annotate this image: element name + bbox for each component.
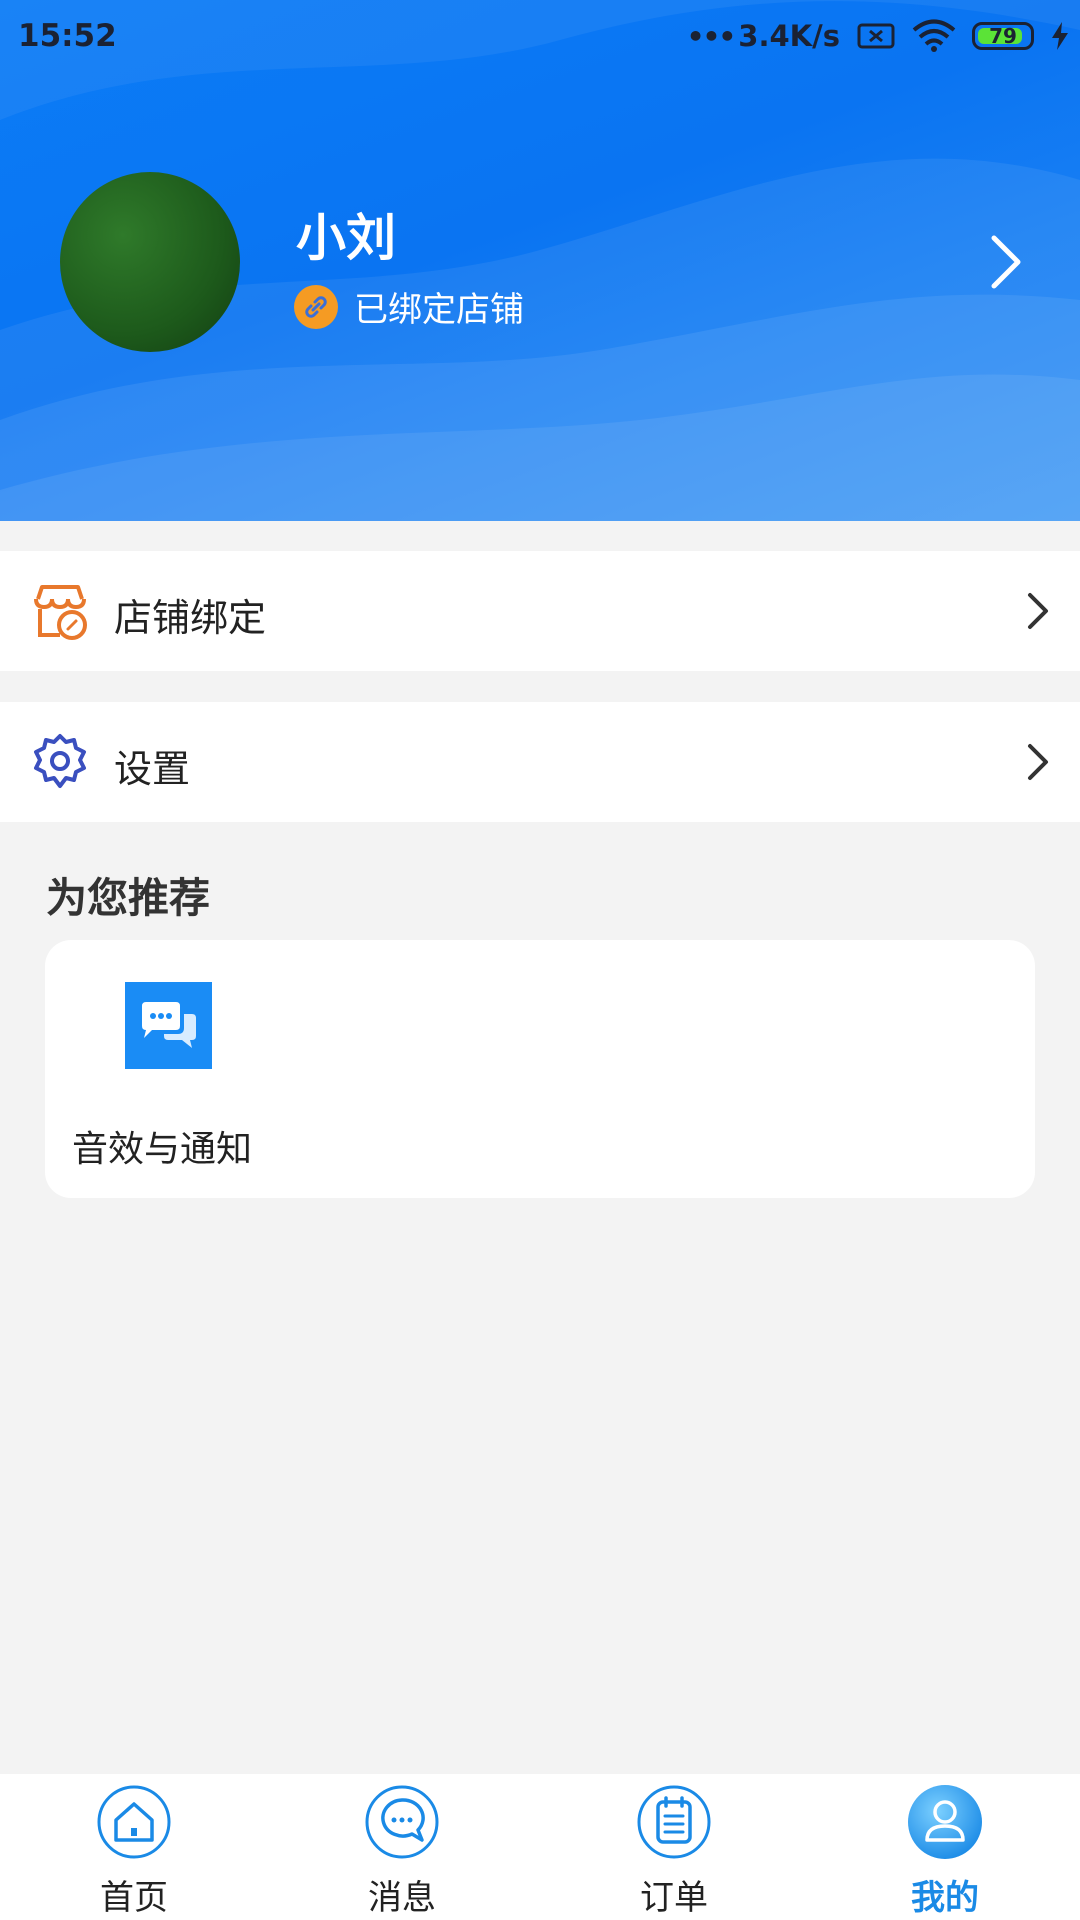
profile-header: 15:52 ••• 3.4K/s 79 小刘 已绑定店铺 bbox=[0, 0, 1080, 521]
menu-item-store-binding[interactable]: 店铺绑定 bbox=[0, 551, 1080, 671]
status-icons: ••• 3.4K/s 79 bbox=[687, 16, 1070, 56]
tab-label: 订单 bbox=[640, 1878, 708, 1918]
wifi-icon bbox=[912, 19, 956, 52]
battery-icon: 79 bbox=[972, 22, 1034, 50]
gear-icon bbox=[34, 734, 86, 788]
store-bind-label: 已绑定店铺 bbox=[354, 290, 524, 330]
avatar[interactable] bbox=[60, 172, 240, 352]
tab-label: 首页 bbox=[100, 1878, 168, 1918]
menu-item-label: 店铺绑定 bbox=[114, 596, 267, 640]
tab-messages[interactable]: 消息 bbox=[302, 1774, 502, 1920]
chevron-right-icon[interactable] bbox=[986, 232, 1026, 292]
tab-mine[interactable]: 我的 bbox=[845, 1774, 1045, 1920]
home-icon bbox=[97, 1785, 171, 1859]
battery-level: 79 bbox=[989, 24, 1017, 48]
bottom-tab-bar: 首页 消息 订单 我的 bbox=[0, 1774, 1080, 1920]
status-time: 15:52 bbox=[18, 18, 117, 54]
chat-bubbles-icon bbox=[125, 982, 212, 1069]
signal-dots-icon: ••• bbox=[686, 19, 737, 53]
network-speed: ••• 3.4K/s bbox=[687, 19, 840, 53]
store-bind-status: 已绑定店铺 bbox=[294, 282, 524, 331]
chevron-right-icon bbox=[1028, 593, 1048, 629]
tab-label: 消息 bbox=[368, 1878, 436, 1918]
user-icon bbox=[908, 1785, 982, 1859]
order-clipboard-icon bbox=[637, 1785, 711, 1859]
message-icon bbox=[365, 1785, 439, 1859]
recommend-item-label: 音效与通知 bbox=[72, 1129, 253, 1170]
recommend-card: 音效与通知 bbox=[45, 940, 1035, 1198]
network-speed-value: 3.4K/s bbox=[738, 19, 840, 53]
user-name: 小刘 bbox=[296, 209, 396, 267]
tab-orders[interactable]: 订单 bbox=[574, 1774, 774, 1920]
menu-item-label: 设置 bbox=[114, 747, 191, 791]
sim-card-x-icon bbox=[857, 23, 895, 49]
link-icon bbox=[294, 284, 338, 329]
recommend-section-title: 为您推荐 bbox=[46, 874, 210, 922]
menu-item-settings[interactable]: 设置 bbox=[0, 702, 1080, 822]
tab-home[interactable]: 首页 bbox=[34, 1774, 234, 1920]
status-bar: 15:52 ••• 3.4K/s 79 bbox=[0, 0, 1080, 74]
store-link-icon bbox=[34, 585, 87, 640]
charging-bolt-icon bbox=[1052, 22, 1068, 50]
tab-label: 我的 bbox=[911, 1878, 979, 1918]
chevron-right-icon bbox=[1028, 744, 1048, 780]
